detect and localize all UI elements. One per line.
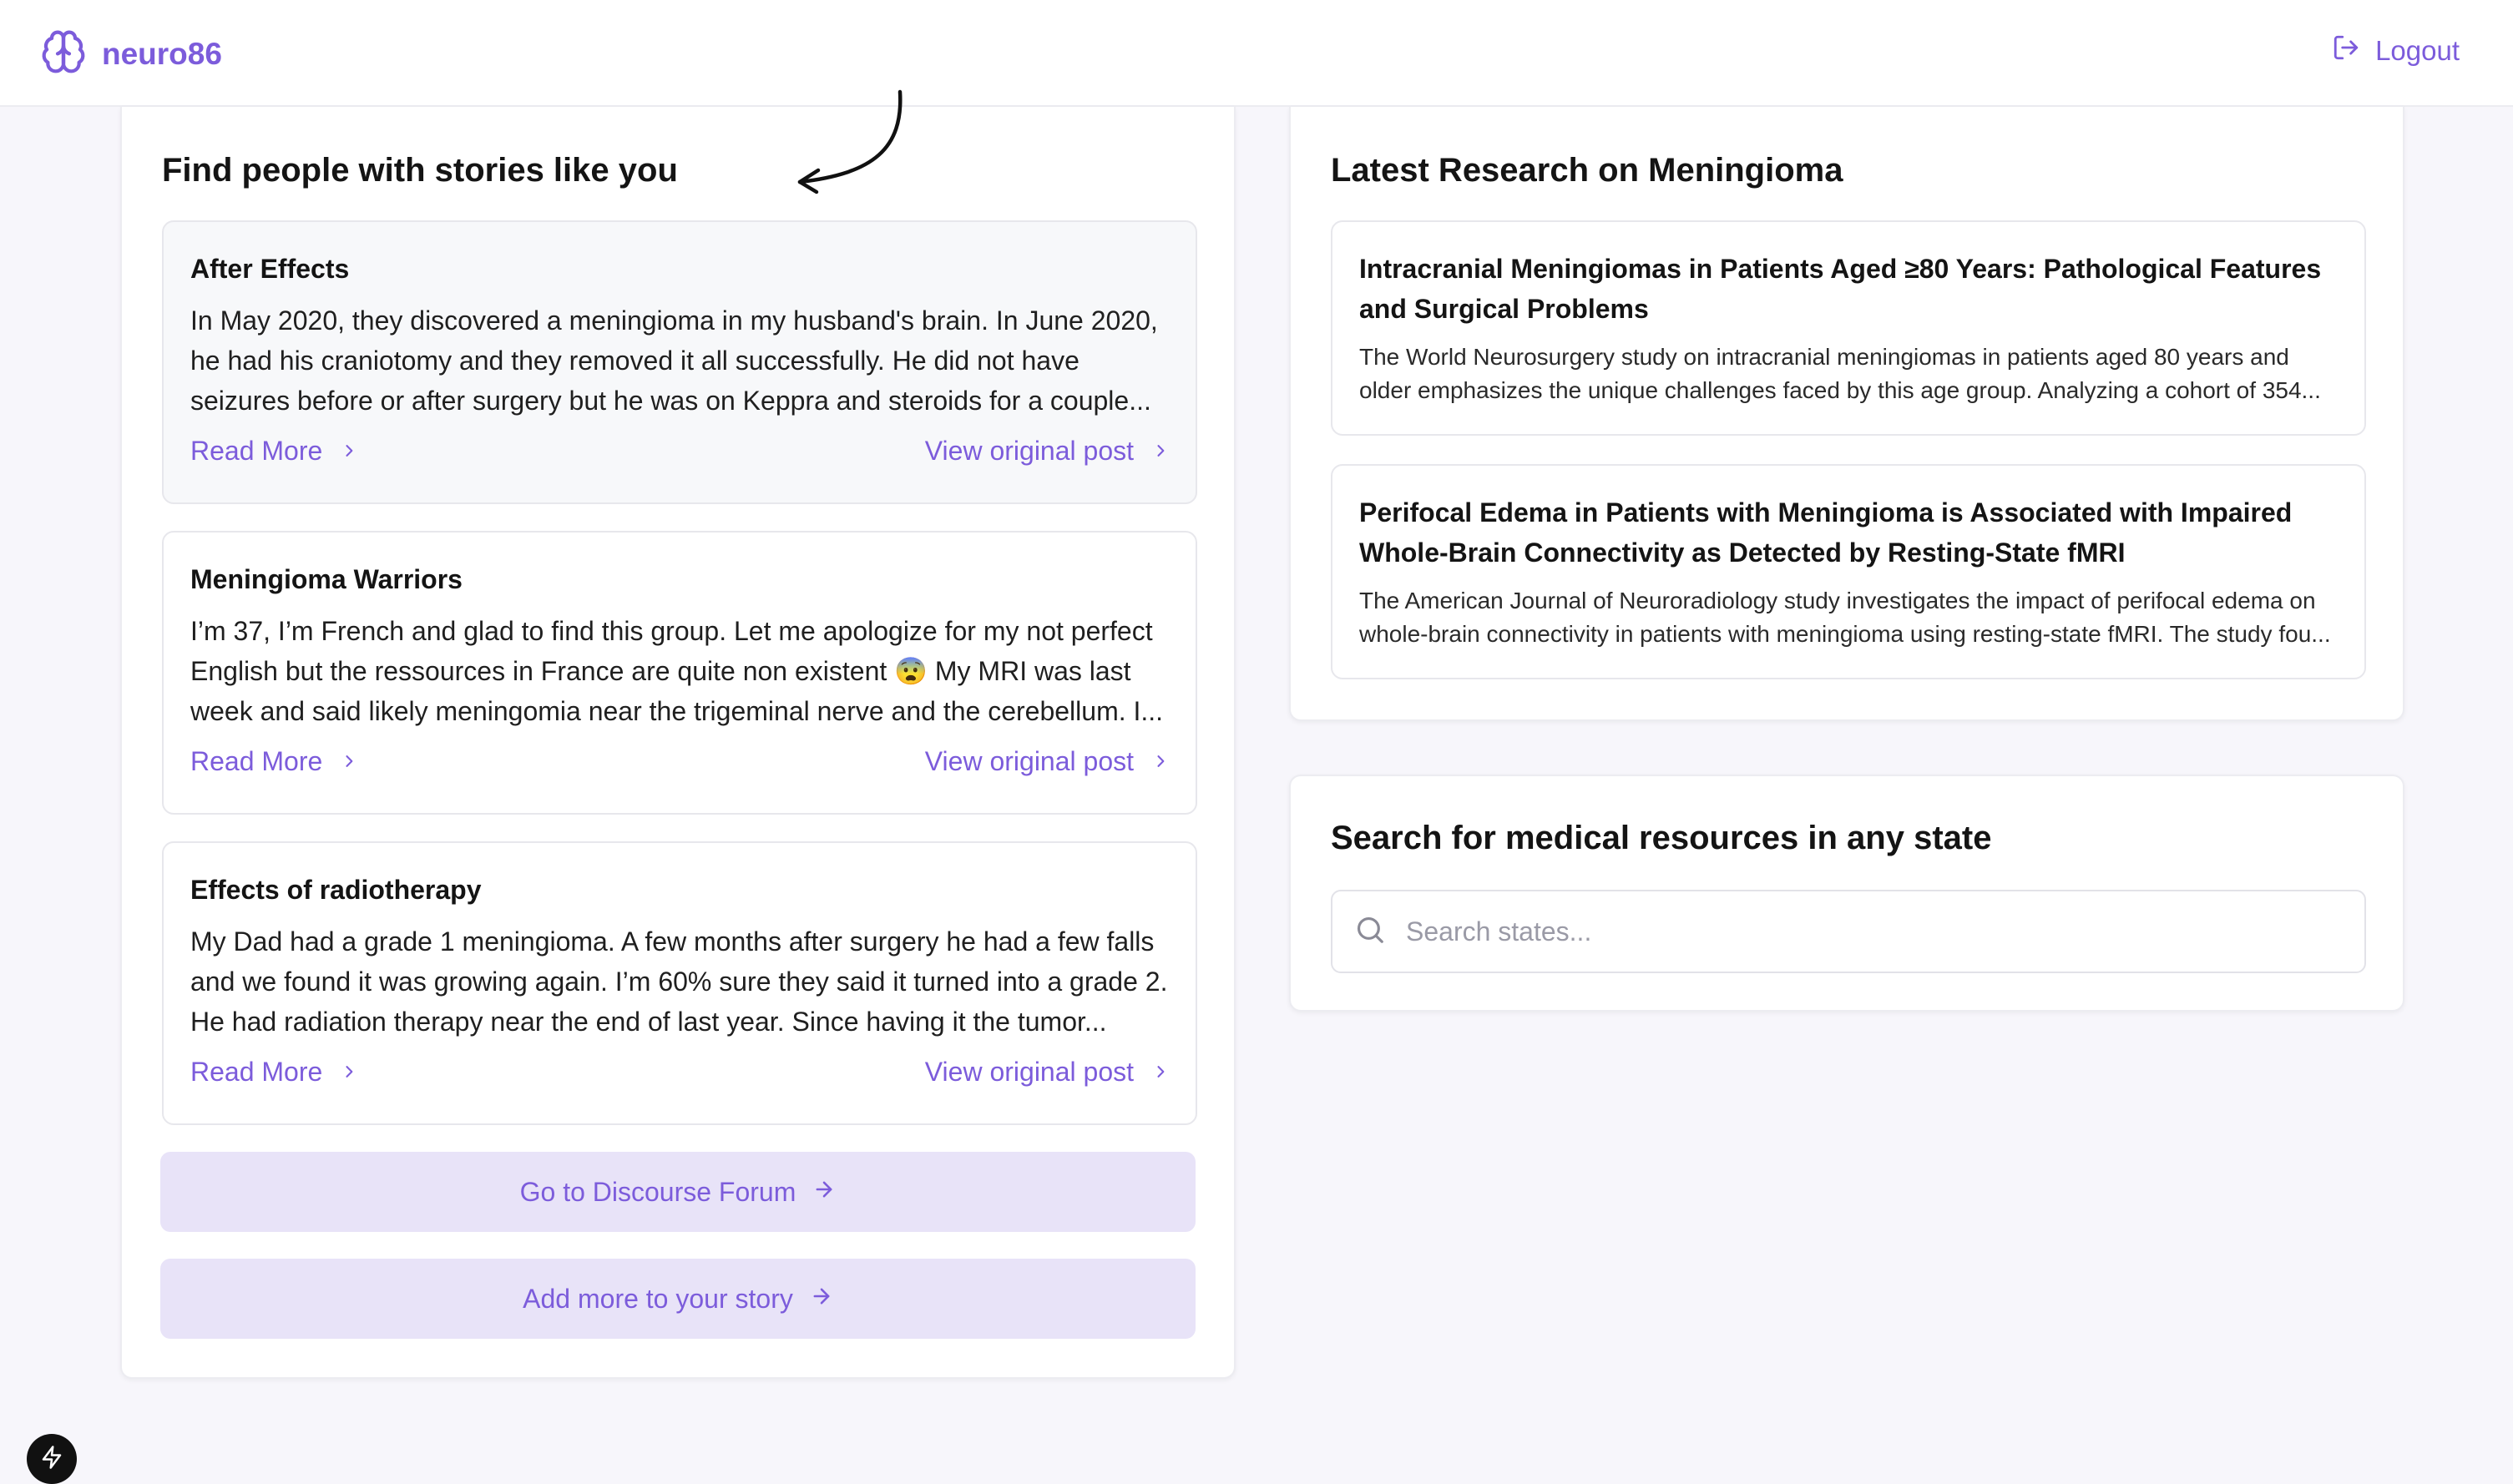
state-search-input[interactable] bbox=[1404, 915, 2326, 948]
state-search-card: Search for medical resources in any stat… bbox=[1289, 775, 2404, 1012]
research-card: Latest Research on Meningioma Intracrani… bbox=[1289, 107, 2404, 721]
forum-button-label: Go to Discourse Forum bbox=[519, 1176, 796, 1207]
article-title: Intracranial Meningiomas in Patients Age… bbox=[1359, 254, 2322, 324]
chevron-right-icon bbox=[341, 746, 357, 777]
curved-arrow-icon bbox=[740, 65, 940, 228]
story-card[interactable]: Meningioma Warriors I’m 37, I’m French a… bbox=[162, 531, 1197, 815]
chevron-right-icon bbox=[341, 436, 357, 467]
story-card[interactable]: After Effects In May 2020, they discover… bbox=[162, 220, 1197, 504]
state-search-field[interactable] bbox=[1331, 890, 2366, 973]
story-title: Effects of radiotherapy bbox=[190, 875, 482, 905]
chevron-right-icon bbox=[1152, 746, 1169, 777]
arrow-right-icon bbox=[810, 1284, 833, 1315]
chevron-right-icon bbox=[1152, 436, 1169, 467]
read-more-label: Read More bbox=[190, 1057, 323, 1087]
view-original-label: View original post bbox=[924, 1057, 1134, 1087]
story-card[interactable]: Effects of radiotherapy My Dad had a gra… bbox=[162, 841, 1197, 1125]
read-more-link[interactable]: Read More bbox=[190, 1057, 357, 1088]
read-more-link[interactable]: Read More bbox=[190, 436, 357, 467]
search-section-title: Search for medical resources in any stat… bbox=[1331, 820, 1992, 856]
top-navigation-bar: neuro86 Logout bbox=[0, 0, 2513, 107]
stories-section-title: Find people with stories like you bbox=[162, 152, 678, 189]
article-title: Perifocal Edema in Patients with Meningi… bbox=[1359, 497, 2293, 568]
view-original-post-link[interactable]: View original post bbox=[925, 746, 1169, 777]
add-to-story-button[interactable]: Add more to your story bbox=[160, 1259, 1196, 1339]
read-more-label: Read More bbox=[190, 436, 323, 466]
chevron-right-icon bbox=[341, 1057, 357, 1088]
logout-icon bbox=[2332, 33, 2360, 68]
view-original-label: View original post bbox=[924, 436, 1134, 466]
go-to-forum-button[interactable]: Go to Discourse Forum bbox=[160, 1152, 1196, 1232]
story-excerpt: In May 2020, they discovered a meningiom… bbox=[190, 305, 1158, 416]
story-excerpt: My Dad had a grade 1 meningioma. A few m… bbox=[190, 926, 1168, 1037]
story-button-label: Add more to your story bbox=[523, 1283, 793, 1314]
view-original-post-link[interactable]: View original post bbox=[925, 1057, 1169, 1088]
research-section-title: Latest Research on Meningioma bbox=[1331, 152, 1843, 189]
story-excerpt: I’m 37, I’m French and glad to find this… bbox=[190, 616, 1164, 726]
logout-label: Logout bbox=[2375, 35, 2460, 66]
read-more-label: Read More bbox=[190, 746, 323, 776]
search-icon bbox=[1354, 914, 1386, 950]
view-original-post-link[interactable]: View original post bbox=[925, 436, 1169, 467]
story-title: After Effects bbox=[190, 254, 350, 284]
lightning-icon bbox=[39, 1445, 64, 1474]
view-original-label: View original post bbox=[924, 746, 1134, 776]
arrow-right-icon bbox=[812, 1177, 836, 1208]
chevron-right-icon bbox=[1152, 1057, 1169, 1088]
dev-tools-button[interactable] bbox=[27, 1434, 77, 1484]
brain-icon bbox=[40, 28, 87, 79]
story-title: Meningioma Warriors bbox=[190, 564, 463, 594]
research-article-card[interactable]: Intracranial Meningiomas in Patients Age… bbox=[1331, 220, 2366, 436]
read-more-link[interactable]: Read More bbox=[190, 746, 357, 777]
logout-button[interactable]: Logout bbox=[2332, 33, 2460, 68]
app-name: neuro86 bbox=[102, 36, 222, 71]
brand-logo-link[interactable]: neuro86 bbox=[40, 28, 222, 79]
research-article-card[interactable]: Perifocal Edema in Patients with Meningi… bbox=[1331, 464, 2366, 679]
article-summary: The World Neurosurgery study on intracra… bbox=[1359, 344, 2321, 403]
article-summary: The American Journal of Neuroradiology s… bbox=[1359, 588, 2331, 647]
